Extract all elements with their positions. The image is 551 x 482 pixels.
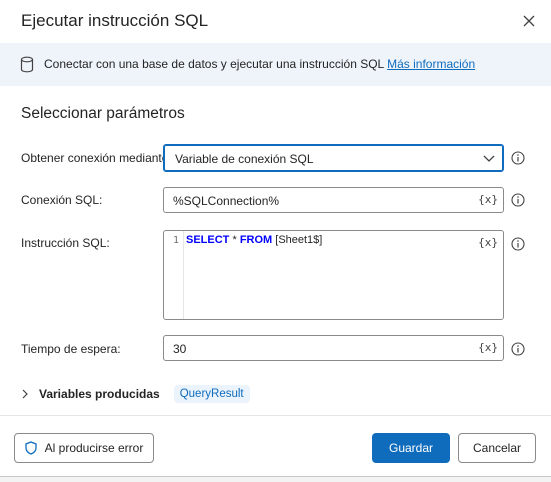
connection-mode-value: Variable de conexión SQL xyxy=(175,152,314,166)
sql-connection-input[interactable]: %SQLConnection% {x} xyxy=(163,187,504,213)
produced-variables-toggle[interactable]: Variables producidas QueryResult xyxy=(21,385,250,403)
sql-connection-label: Conexión SQL: xyxy=(21,193,103,207)
timeout-label: Tiempo de espera: xyxy=(21,342,121,356)
keyword-from: FROM xyxy=(239,234,273,246)
dialog-title: Ejecutar instrucción SQL xyxy=(21,11,209,30)
database-icon xyxy=(20,56,34,73)
timeout-info-icon[interactable] xyxy=(511,342,525,356)
close-icon xyxy=(523,15,535,27)
info-description: Conectar con una base de datos y ejecuta… xyxy=(44,57,388,71)
chevron-down-icon xyxy=(483,155,495,162)
sql-connection-variable-button[interactable]: {x} xyxy=(478,193,498,206)
window-bottom-edge xyxy=(0,476,551,482)
code-line: SELECT * FROM [Sheet1$] xyxy=(186,234,322,246)
on-error-label: Al producirse error xyxy=(44,441,144,455)
code-table: [Sheet1$] xyxy=(272,234,323,246)
info-bar: Conectar con una base de datos y ejecuta… xyxy=(0,43,551,86)
sql-connection-value: %SQLConnection% xyxy=(173,194,280,208)
code-star: * xyxy=(229,234,240,246)
timeout-value: 30 xyxy=(173,342,187,356)
timeout-variable-button[interactable]: {x} xyxy=(478,341,498,354)
query-result-variable[interactable]: QueryResult xyxy=(173,385,250,403)
cancel-button[interactable]: Cancelar xyxy=(458,433,536,463)
keyword-select: SELECT xyxy=(186,234,230,246)
connection-mode-info-icon[interactable] xyxy=(511,151,525,165)
produced-variables-label: Variables producidas xyxy=(39,387,160,401)
chevron-right-icon xyxy=(22,389,28,399)
timeout-input[interactable]: 30 {x} xyxy=(163,335,504,361)
sql-statement-editor[interactable]: 1 SELECT * FROM [Sheet1$] {x} xyxy=(163,230,504,320)
connection-mode-select[interactable]: Variable de conexión SQL xyxy=(163,144,504,172)
line-gutter: 1 xyxy=(164,231,184,319)
section-title: Seleccionar parámetros xyxy=(21,105,185,122)
on-error-button[interactable]: Al producirse error xyxy=(14,433,154,463)
sql-statement-label: Instrucción SQL: xyxy=(21,236,110,250)
save-button[interactable]: Guardar xyxy=(372,433,450,463)
footer-divider xyxy=(0,415,551,416)
sql-statement-variable-button[interactable]: {x} xyxy=(478,236,498,249)
more-info-link[interactable]: Más información xyxy=(387,57,475,71)
sql-connection-info-icon[interactable] xyxy=(511,193,525,207)
sql-dialog: Ejecutar instrucción SQL Conectar con un… xyxy=(0,0,551,482)
line-number: 1 xyxy=(173,235,180,246)
sql-statement-info-icon[interactable] xyxy=(511,237,525,251)
info-text: Conectar con una base de datos y ejecuta… xyxy=(44,57,475,71)
shield-icon xyxy=(24,441,37,455)
close-button[interactable] xyxy=(517,9,541,33)
connection-mode-label: Obtener conexión mediante: xyxy=(21,151,172,165)
